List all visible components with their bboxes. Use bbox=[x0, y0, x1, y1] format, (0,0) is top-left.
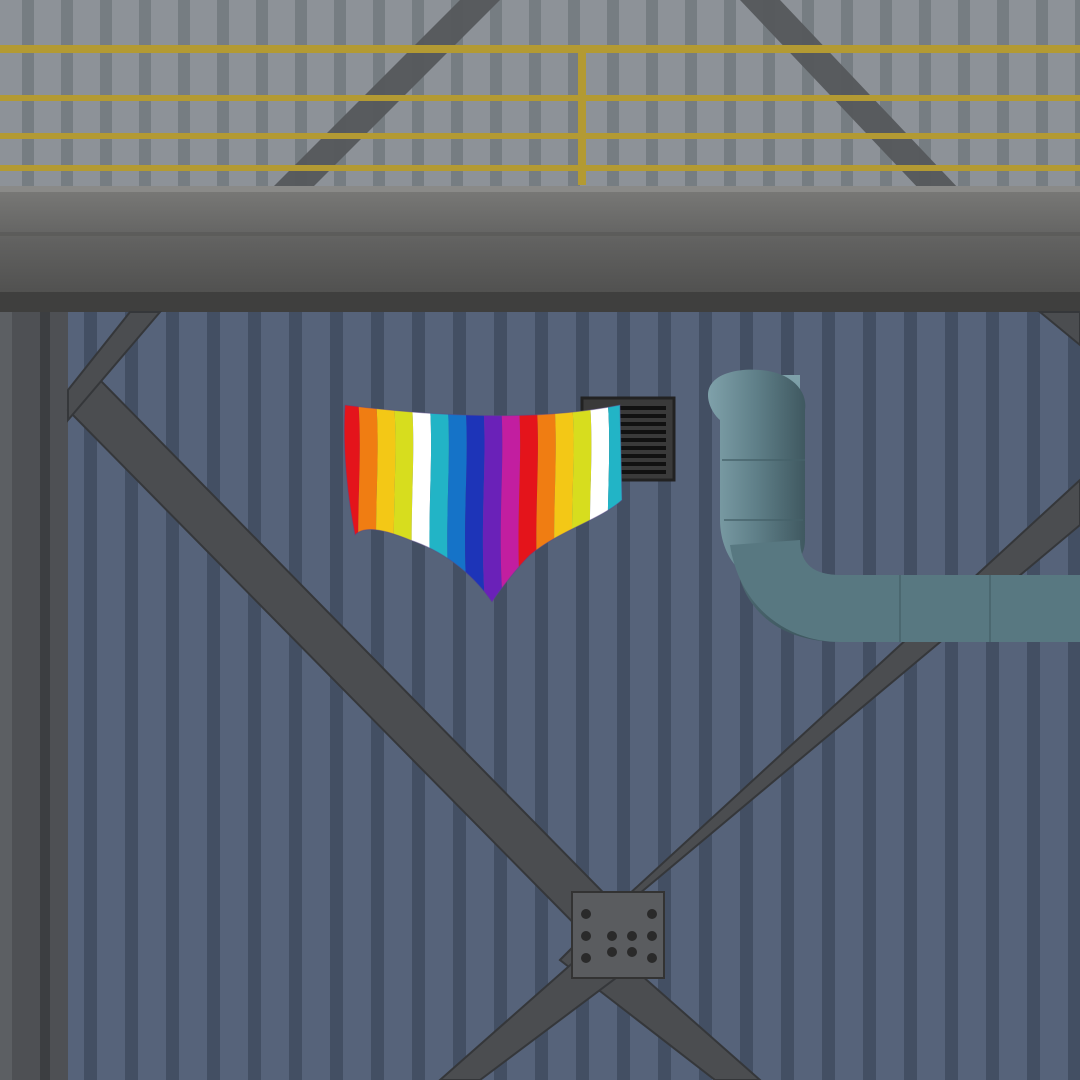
lower-wall-rib bbox=[986, 312, 999, 1080]
lower-wall-rib bbox=[1068, 312, 1080, 1080]
game-scene bbox=[0, 0, 1080, 1080]
lower-wall-rib bbox=[166, 312, 179, 1080]
lower-wall-rib bbox=[699, 312, 712, 1080]
gusset-plate bbox=[571, 891, 665, 979]
lower-wall-rib bbox=[330, 312, 343, 1080]
lower-wall-rib bbox=[1027, 312, 1040, 1080]
vent-slat bbox=[614, 430, 666, 434]
vent-slat bbox=[614, 422, 666, 426]
vent-slat bbox=[614, 406, 666, 410]
garment-stripe bbox=[482, 405, 504, 602]
lower-wall-rib bbox=[248, 312, 261, 1080]
scene-canvas bbox=[0, 0, 1080, 1080]
overhead-beam bbox=[0, 186, 1080, 312]
lower-wall-rib bbox=[207, 312, 220, 1080]
left-column bbox=[0, 312, 68, 1080]
vent-slat bbox=[614, 438, 666, 442]
vent-slat bbox=[614, 454, 666, 458]
lower-wall-rib bbox=[289, 312, 302, 1080]
vent-slat bbox=[614, 414, 666, 418]
lower-wall-rib bbox=[945, 312, 958, 1080]
vent-slat bbox=[614, 462, 666, 466]
vent-slat bbox=[614, 446, 666, 450]
lower-wall-rib bbox=[822, 312, 835, 1080]
lower-wall-rib bbox=[904, 312, 917, 1080]
